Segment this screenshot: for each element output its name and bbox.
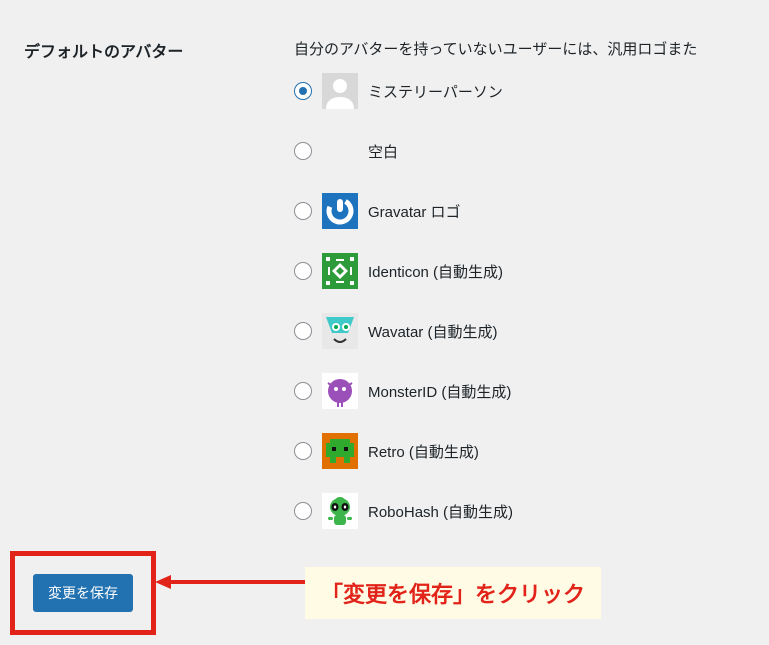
submit-area: 変更を保存 xyxy=(10,551,156,635)
option-label: Wavatar (自動生成) xyxy=(368,321,497,342)
radio-retro[interactable] xyxy=(294,442,312,460)
option-label: Gravatar ロゴ xyxy=(368,201,461,222)
option-label: Retro (自動生成) xyxy=(368,441,479,462)
annotation-arrow-icon xyxy=(155,573,305,591)
avatar-option-identicon[interactable]: Identicon (自動生成) xyxy=(294,253,759,289)
avatar-option-retro[interactable]: Retro (自動生成) xyxy=(294,433,759,469)
save-changes-button[interactable]: 変更を保存 xyxy=(33,574,133,612)
radio-monsterid[interactable] xyxy=(294,382,312,400)
avatar-option-robohash[interactable]: RoboHash (自動生成) xyxy=(294,493,759,529)
gravatar-logo-icon xyxy=(322,193,358,229)
radio-robohash[interactable] xyxy=(294,502,312,520)
avatar-option-gravatar[interactable]: Gravatar ロゴ xyxy=(294,193,759,229)
radio-blank[interactable] xyxy=(294,142,312,160)
avatar-option-wavatar[interactable]: Wavatar (自動生成) xyxy=(294,313,759,349)
identicon-icon xyxy=(322,253,358,289)
mystery-person-icon xyxy=(322,73,358,109)
option-label: MonsterID (自動生成) xyxy=(368,381,511,402)
annotation-highlight-box: 変更を保存 xyxy=(10,551,156,635)
radio-identicon[interactable] xyxy=(294,262,312,280)
option-label: Identicon (自動生成) xyxy=(368,261,503,282)
annotation-callout: 「変更を保存」をクリック xyxy=(305,567,601,619)
retro-icon xyxy=(322,433,358,469)
option-label: 空白 xyxy=(368,141,398,162)
radio-gravatar[interactable] xyxy=(294,202,312,220)
avatar-option-mystery[interactable]: ミステリーパーソン xyxy=(294,73,759,109)
radio-wavatar[interactable] xyxy=(294,322,312,340)
wavatar-icon xyxy=(322,313,358,349)
field-description: 自分のアバターを持っていないユーザーには、汎用ロゴまた xyxy=(294,38,759,59)
field-label: デフォルトのアバター xyxy=(24,20,294,62)
annotation-text: 「変更を保存」をクリック xyxy=(321,582,585,607)
avatar-option-monsterid[interactable]: MonsterID (自動生成) xyxy=(294,373,759,409)
robohash-icon xyxy=(322,493,358,529)
option-label: RoboHash (自動生成) xyxy=(368,501,513,522)
field-content: 自分のアバターを持っていないユーザーには、汎用ロゴまた ミステリーパーソン 空白… xyxy=(294,20,759,553)
option-label: ミステリーパーソン xyxy=(368,81,503,102)
radio-mystery[interactable] xyxy=(294,82,312,100)
avatar-option-blank[interactable]: 空白 xyxy=(294,133,759,169)
monsterid-icon xyxy=(322,373,358,409)
blank-icon xyxy=(322,133,358,169)
